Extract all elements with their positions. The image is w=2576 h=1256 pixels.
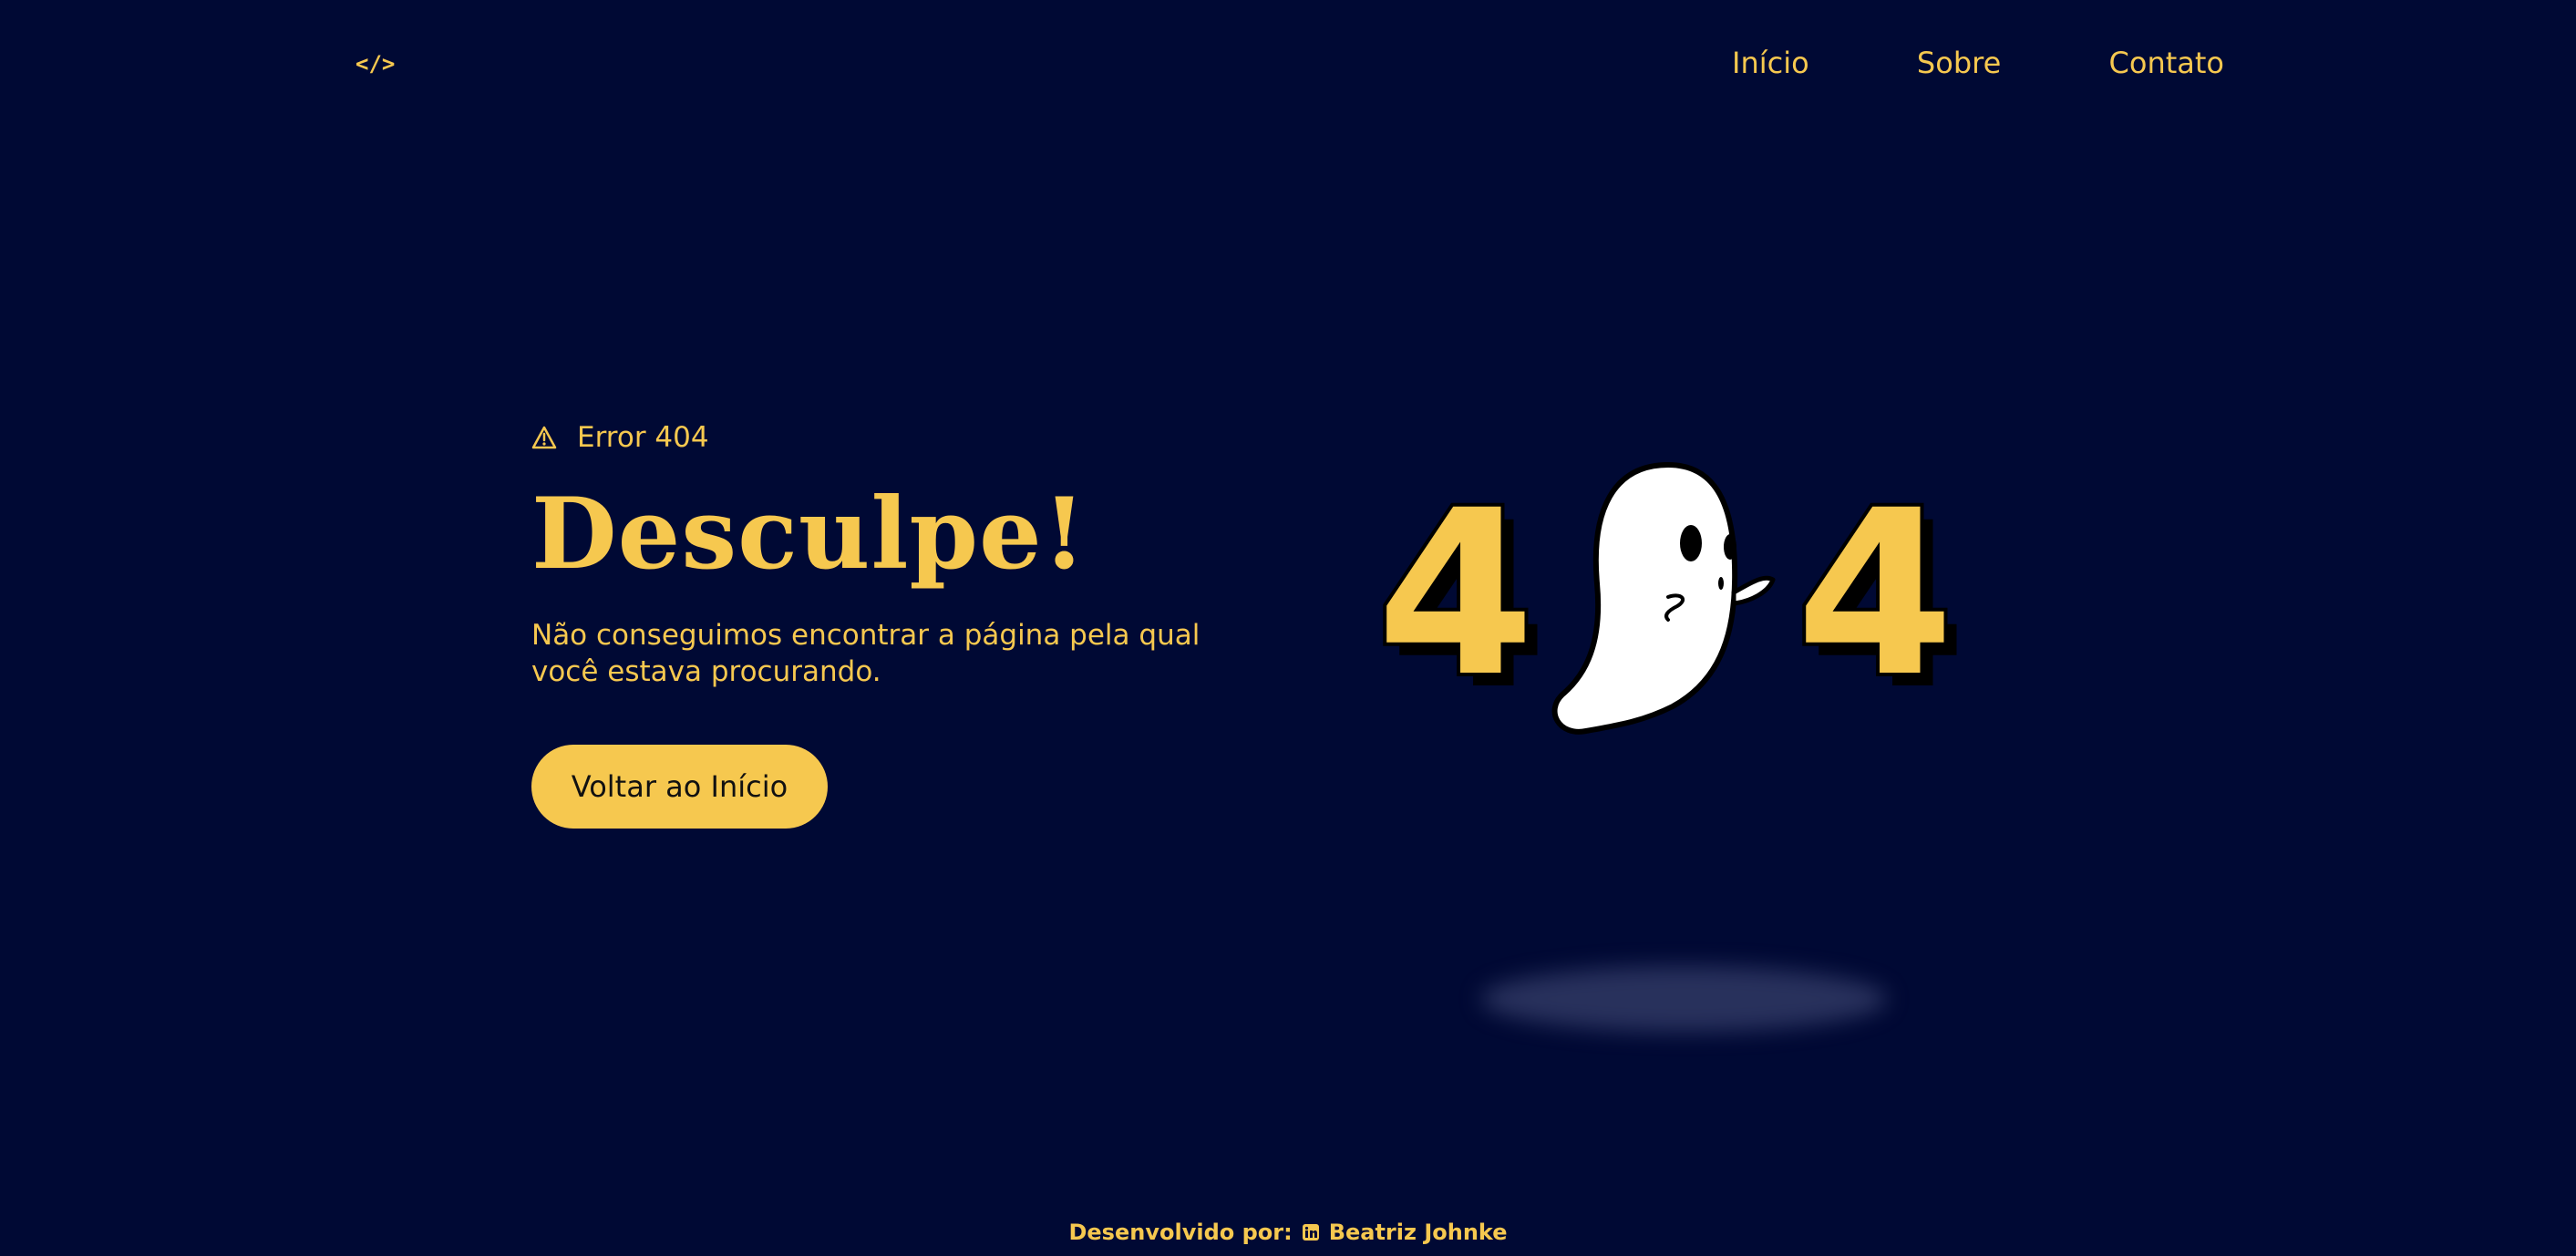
hero-section: Error 404 Desculpe! Não conseguimos enco…	[531, 414, 1224, 829]
nav-link-sobre[interactable]: Sobre	[1917, 46, 2001, 80]
404-graphic: 4 4 4 4	[1373, 458, 1967, 739]
footer-prefix: Desenvolvido por:	[1068, 1220, 1293, 1245]
left-digit-four: 4 4	[1373, 458, 1548, 739]
error-code-label: Error 404	[577, 421, 709, 454]
ghost-shadow	[1481, 966, 1887, 1032]
warning-icon	[531, 425, 557, 450]
404-illustration: 4 4 4 4	[1367, 447, 2005, 775]
left-four: 4	[1376, 461, 1535, 726]
right-four: 4	[1796, 461, 1954, 726]
nav-link-contato[interactable]: Contato	[2109, 46, 2224, 80]
error-label-row: Error 404	[531, 414, 1224, 461]
nav-link-inicio[interactable]: Início	[1732, 46, 1809, 80]
ghost-icon	[1551, 462, 1776, 735]
page-body: { "logo": { "text": "</>" }, "nav": { "i…	[0, 0, 2576, 1256]
error-description: Não conseguimos encontrar a página pela …	[531, 619, 1200, 689]
logo[interactable]: </>	[355, 51, 395, 77]
right-digit-four: 4 4	[1792, 458, 1967, 739]
footer: Desenvolvido por: Beatriz Johnke	[0, 1209, 2576, 1256]
page-title: Desculpe!	[531, 477, 1087, 592]
author-link[interactable]: Beatriz Johnke	[1329, 1220, 1508, 1245]
back-home-button[interactable]: Voltar ao Início	[531, 745, 828, 829]
top-nav: Início Sobre Contato	[1732, 46, 2224, 80]
linkedin-icon[interactable]	[1302, 1223, 1320, 1241]
